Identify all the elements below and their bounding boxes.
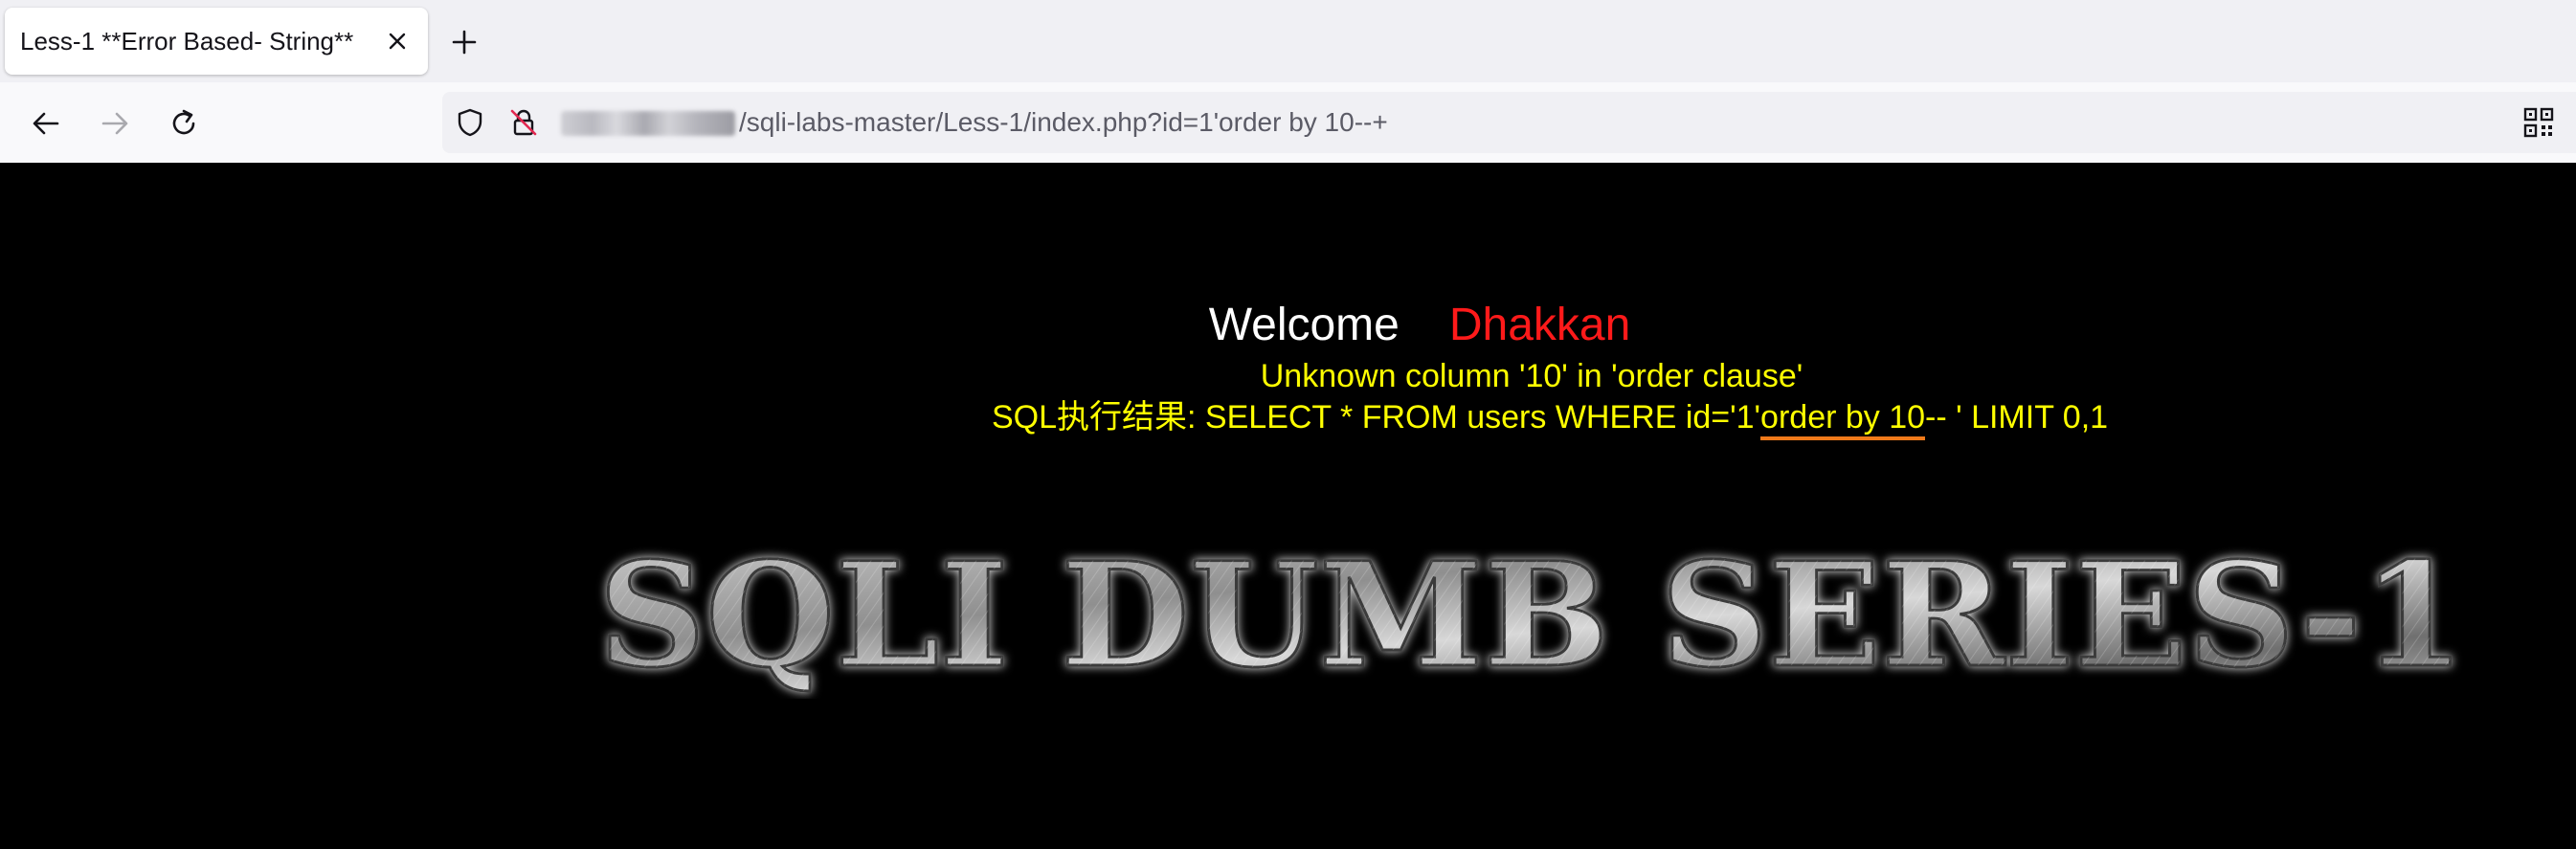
insecure-lock-icon[interactable]	[507, 106, 540, 139]
plus-icon[interactable]	[450, 28, 479, 56]
redacted-host	[561, 111, 735, 136]
forward-arrow-icon[interactable]	[98, 106, 132, 141]
welcome-line: Welcome Dhakkan	[0, 297, 2576, 354]
welcome-text: Welcome	[1208, 300, 1400, 350]
banner-text-texture: SQLI DUMB SERIES-1	[598, 536, 2465, 699]
sql-query-line: SQL执行结果: SELECT * FROM users WHERE id='1…	[992, 396, 2109, 440]
sql-injected-fragment: order by 10	[1760, 399, 1926, 440]
reload-icon[interactable]	[167, 106, 201, 141]
qr-code-icon[interactable]	[2522, 106, 2555, 139]
tab-active[interactable]: Less-1 **Error Based- String**	[5, 8, 428, 75]
shield-icon[interactable]	[454, 106, 486, 139]
page-content: Welcome Dhakkan Unknown column '10' in 'o…	[0, 163, 2576, 849]
close-icon[interactable]	[384, 28, 411, 55]
banner-title-image: SQLI DUMB SERIES-1 SQLI DUMB SERIES-1	[597, 536, 2467, 699]
back-arrow-icon[interactable]	[29, 106, 63, 141]
navigation-bar: /sqli-labs-master/Less-1/index.php?id=1'…	[0, 82, 2576, 164]
browser-chrome: Less-1 **Error Based- String** /sqli-lab…	[0, 0, 2576, 164]
url-bar[interactable]: /sqli-labs-master/Less-1/index.php?id=1'…	[442, 92, 2576, 153]
welcome-name: Dhakkan	[1448, 300, 1631, 350]
error-message: Unknown column '10' in 'order clause'	[1260, 358, 1803, 394]
sql-query-suffix: -- ' LIMIT 0,1	[1925, 399, 2109, 436]
tab-title: Less-1 **Error Based- String**	[20, 27, 354, 56]
url-text[interactable]: /sqli-labs-master/Less-1/index.php?id=1'…	[739, 92, 1388, 153]
tab-strip: Less-1 **Error Based- String**	[0, 0, 2576, 82]
sql-query-prefix: SQL执行结果: SELECT * FROM users WHERE id='1…	[992, 399, 1761, 436]
